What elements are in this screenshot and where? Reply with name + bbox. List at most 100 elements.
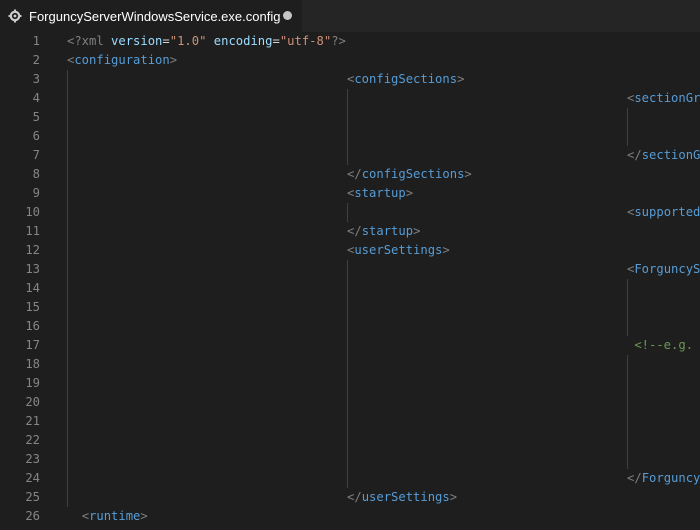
indent-guide xyxy=(67,222,68,241)
code-token-tag: startup xyxy=(361,224,414,238)
code-token-punc: </ xyxy=(627,471,642,485)
indent-guide xyxy=(347,260,348,279)
code-line[interactable]: 6<section name="ForguncyServerWindowsSer… xyxy=(0,127,700,146)
indent-guide xyxy=(67,298,68,317)
code-line[interactable]: 24 </ForguncyServerWindowsService.Propert… xyxy=(0,469,700,488)
indent-guide xyxy=(627,374,628,393)
code-line[interactable]: 23</setting> xyxy=(0,450,700,469)
indent-guide xyxy=(347,450,348,469)
code-line[interactable]: 17 <!--e.g. "C:\ForguncyUpload" or "\\AN… xyxy=(0,336,700,355)
code-line[interactable]: 4 <sectionGroup name="userSettings" type=… xyxy=(0,89,700,108)
indent-guide xyxy=(67,355,68,374)
indent-guide xyxy=(627,279,628,298)
indent-guide xyxy=(347,431,348,450)
code-content: <configSections> xyxy=(347,70,464,89)
code-line[interactable]: 25 </userSettings> xyxy=(0,488,700,507)
tab-title: ForguncyServerWindowsService.exe.config xyxy=(29,8,281,24)
code-line[interactable]: 15<value>22345</value> xyxy=(0,298,700,317)
indent-guide xyxy=(627,431,628,450)
code-token-punc: > xyxy=(457,72,465,86)
code-token-tag: startup xyxy=(354,186,406,200)
code-editor[interactable]: 1 <?xml version="1.0" encoding="utf-8"?> 2… xyxy=(0,32,700,530)
code-line[interactable]: 8 </configSections> xyxy=(0,165,700,184)
indent-guide xyxy=(67,241,68,260)
line-number: 10 xyxy=(25,205,40,219)
line-number: 21 xyxy=(25,414,40,428)
indent-guide xyxy=(67,374,68,393)
indent-guide xyxy=(347,469,348,488)
code-line[interactable]: 10 <supportedRuntime version="v4.0" sku="… xyxy=(0,203,700,222)
code-token-punc: > xyxy=(449,490,458,504)
indent-guide xyxy=(347,412,348,431)
code-content: </startup> xyxy=(347,222,420,241)
code-content: <startup> xyxy=(347,184,413,203)
line-number: 8 xyxy=(32,167,40,181)
code-line[interactable]: 20</setting> xyxy=(0,393,700,412)
indent-guide xyxy=(627,317,628,336)
editor-tab[interactable]: ForguncyServerWindowsService.exe.config xyxy=(0,0,302,32)
code-line[interactable]: 7 </sectionGroup> xyxy=(0,146,700,165)
code-content: </sectionGroup> xyxy=(627,146,700,165)
code-token-punc: > xyxy=(405,186,414,200)
line-number: 25 xyxy=(25,490,40,504)
code-content: <!--e.g. "C:\ForguncyUpload" or "\\ANOTH… xyxy=(627,336,700,355)
indent-guide xyxy=(347,355,348,374)
line-number: 4 xyxy=(32,91,40,105)
line-number: 5 xyxy=(32,110,40,124)
indent-guide xyxy=(67,127,68,146)
line-number: 13 xyxy=(25,262,40,276)
code-token-str: "utf-8" xyxy=(279,34,332,48)
indent-guide xyxy=(67,89,68,108)
line-number: 12 xyxy=(25,243,40,257)
code-line[interactable]: 9 <startup> xyxy=(0,184,700,203)
code-token-punc: </ xyxy=(347,224,362,238)
code-line[interactable]: 13 <ForguncyServerWindowsService.Properti… xyxy=(0,260,700,279)
indent-guide xyxy=(627,450,628,469)
code-token-punc: > xyxy=(169,53,178,67)
code-line[interactable]: 26 <runtime> xyxy=(0,507,700,526)
indent-guide xyxy=(627,393,628,412)
code-line[interactable]: 2 <configuration> xyxy=(0,51,700,70)
code-token-punc: > xyxy=(464,167,472,181)
indent-guide xyxy=(67,469,68,488)
code-token-punc: </ xyxy=(347,490,362,504)
code-line[interactable]: 1 <?xml version="1.0" encoding="utf-8"?> xyxy=(0,32,700,51)
unsaved-changes-dot-icon[interactable] xyxy=(283,11,292,20)
code-token-tag: configSections xyxy=(361,167,465,181)
code-token-com: <!--e.g. "C:\ForguncyUpload" or "\\ANOTH… xyxy=(634,338,694,352)
indent-guide xyxy=(627,108,628,127)
code-line[interactable]: 12 <userSettings> xyxy=(0,241,700,260)
indent-guide xyxy=(347,317,348,336)
indent-guide xyxy=(67,165,68,184)
line-number: 17 xyxy=(25,338,40,352)
code-line[interactable]: 11 </startup> xyxy=(0,222,700,241)
code-line[interactable]: 22<value>D:\LogFolder</value> xyxy=(0,431,700,450)
indent-guide xyxy=(347,203,348,222)
code-line[interactable]: 5<section name="ForguncyServerWindowsSer… xyxy=(0,108,700,127)
code-line[interactable]: 18<setting name="UploadPath" serializeAs… xyxy=(0,355,700,374)
code-line[interactable]: 3 <configSections> xyxy=(0,70,700,89)
code-line[interactable]: 16</setting> xyxy=(0,317,700,336)
code-token-text: = xyxy=(162,34,170,48)
code-token-tag: configuration xyxy=(74,53,170,67)
code-token-punc: </ xyxy=(627,148,642,162)
code-token-tag: ForguncyServerWindowsService.Properties.… xyxy=(641,471,700,485)
line-number: 11 xyxy=(25,224,40,238)
indent-guide xyxy=(627,127,628,146)
code-content: </ForguncyServerWindowsService.Propertie… xyxy=(627,469,700,488)
code-content: <?xml version="1.0" encoding="utf-8"?> xyxy=(67,32,346,51)
code-token-tag: configSections xyxy=(354,72,458,86)
indent-guide xyxy=(67,431,68,450)
indent-guide xyxy=(67,184,68,203)
code-token-attr: version xyxy=(111,34,163,48)
code-content: <supportedRuntime version="v4.0" sku=".N… xyxy=(627,203,700,222)
code-line[interactable]: 21<setting name="DataOperationLogPath" s… xyxy=(0,412,700,431)
line-number: 18 xyxy=(25,357,40,371)
code-token-punc: </ xyxy=(347,167,362,181)
indent-guide xyxy=(347,374,348,393)
indent-guide xyxy=(627,298,628,317)
line-number: 24 xyxy=(25,471,40,485)
code-line[interactable]: 14<setting name="ServerPort" serializeAs… xyxy=(0,279,700,298)
code-line[interactable]: 19<value /> xyxy=(0,374,700,393)
